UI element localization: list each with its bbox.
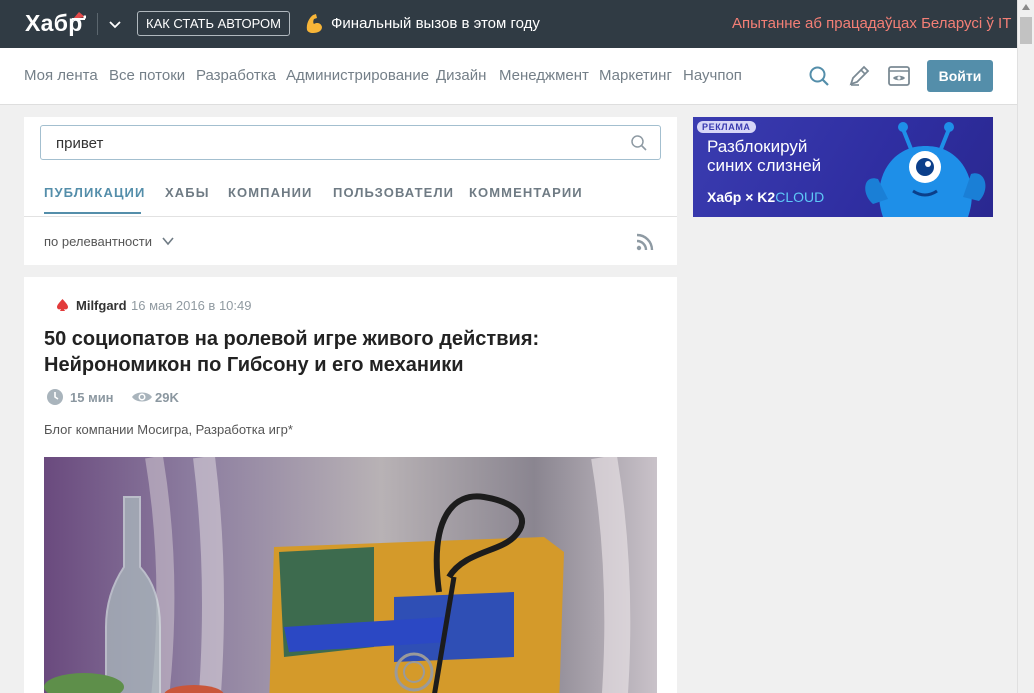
blue-slime-monster-image [865,122,986,217]
search-panel: привет ПУБЛИКАЦИИ ХАБЫ КОМПАНИИ ПОЛЬЗОВА… [24,117,677,265]
nav-item-marketing[interactable]: Маркетинг [599,67,672,84]
ad-brand-cloud: CLOUD [775,189,825,205]
search-icon[interactable] [807,64,831,88]
scrollbar-thumb[interactable] [1020,17,1032,44]
scroll-up-arrow-icon[interactable] [1022,4,1030,10]
flexed-arm-icon [306,14,322,33]
spade-icon [57,299,68,311]
eye-icon [132,392,152,402]
nav-item-all-flows[interactable]: Все потоки [109,67,185,84]
clock-icon [47,389,63,405]
ad-brand: Хабр × K2CLOUD [707,189,824,205]
author-name[interactable]: Milfgard [76,298,127,313]
nav-item-management[interactable]: Менеджмент [499,67,589,84]
tab-users[interactable]: ПОЛЬЗОВАТЕЛИ [333,185,454,200]
chevron-down-icon[interactable] [107,16,123,32]
ad-badge: РЕКЛАМА [697,121,756,133]
search-input[interactable]: привет [40,125,661,160]
sort-dropdown[interactable]: по релевантности [44,234,152,249]
nav-item-design[interactable]: Дизайн [436,67,486,84]
login-button[interactable]: Войти [927,60,993,92]
eye-icon[interactable] [887,64,911,88]
active-tab-indicator [44,212,141,214]
publish-date: 16 мая 2016 в 10:49 [131,298,252,313]
article-hubs[interactable]: Блог компании Мосигра, Разработка игр* [44,422,293,437]
ad-headline: Разблокируй синих слизней [707,137,822,175]
tab-comments[interactable]: КОММЕНТАРИИ [469,185,583,200]
become-author-button[interactable]: КАК СТАТЬ АВТОРОМ [137,11,290,36]
tab-companies[interactable]: КОМПАНИИ [228,185,312,200]
scrollbar[interactable] [1017,0,1034,693]
article-cover-image[interactable] [44,457,657,693]
rss-icon[interactable] [636,233,654,251]
logo-divider [97,13,98,35]
search-icon[interactable] [630,134,648,152]
nav-item-development[interactable]: Разработка [196,67,276,84]
nav-item-administration[interactable]: Администрирование [286,67,429,84]
nav-bar: Моя лента Все потоки Разработка Админист… [0,48,1017,105]
ad-brand-x: × [745,189,754,205]
ad-banner[interactable]: РЕКЛАМА Разблокируй синих слизней Хабр ×… [693,117,993,217]
tab-hubs[interactable]: ХАБЫ [165,185,210,200]
read-time: 15 мин [70,390,114,405]
top-bar: Хабр КАК СТАТЬ АВТОРОМ Финальный вызов в… [0,0,1017,48]
article-card: Milfgard 16 мая 2016 в 10:49 50 социопат… [24,277,677,693]
nav-item-popsci[interactable]: Научпоп [683,67,742,84]
divider [24,216,677,217]
views-count: 29K [155,390,179,405]
chevron-down-icon[interactable] [161,234,175,248]
article-title[interactable]: 50 социопатов на ролевой игре живого дей… [44,326,644,378]
survey-link[interactable]: Апытанне аб працадаўцах Беларусі ў IT [732,15,1011,32]
search-query[interactable]: привет [56,135,103,152]
ad-brand-habr: Хабр [707,189,742,205]
tab-publications[interactable]: ПУБЛИКАЦИИ [44,185,145,200]
ad-brand-k2: K2 [757,189,776,205]
nav-item-my-feed[interactable]: Моя лента [24,67,98,84]
promo-link[interactable]: Финальный вызов в этом году [331,15,540,32]
santa-hat-icon [72,12,86,20]
pen-icon[interactable] [847,64,871,88]
